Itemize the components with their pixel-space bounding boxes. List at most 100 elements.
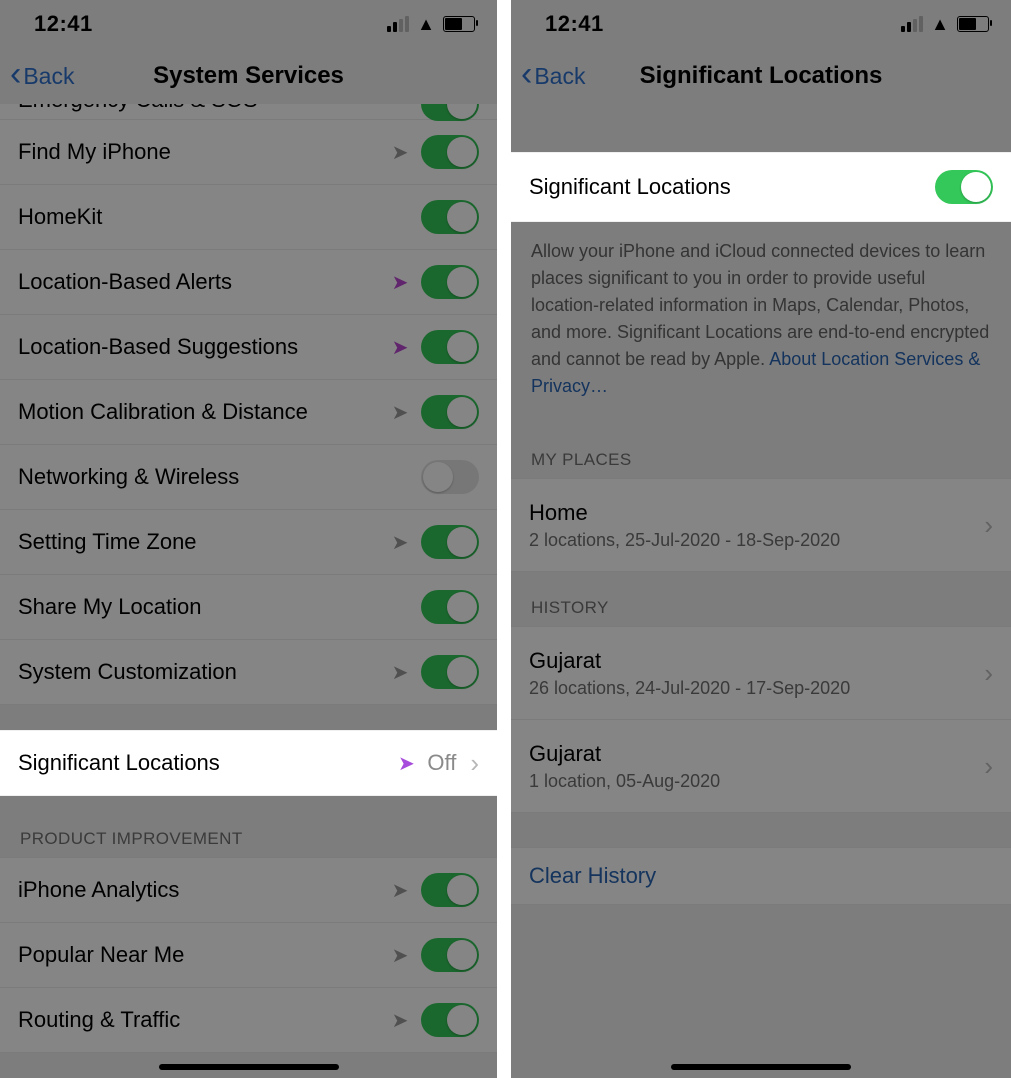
row-significant-locations[interactable]: Significant Locations ➤ Off › (0, 730, 497, 796)
content-area: Allow your iPhone and iCloud connected d… (511, 104, 1011, 1078)
row-label: System Customization (18, 659, 379, 685)
toggle-switch[interactable] (421, 938, 479, 972)
row-emergency-calls-sos[interactable]: Emergency Calls & SOS (0, 104, 497, 120)
toggle-switch[interactable] (421, 460, 479, 494)
row-sig-loc-toggle[interactable]: Significant Locations (511, 152, 1011, 222)
row-networking-wireless[interactable]: Networking & Wireless (0, 445, 497, 510)
row-motion-calibration-distance[interactable]: Motion Calibration & Distance ➤ (0, 380, 497, 445)
row-label: Popular Near Me (18, 942, 379, 968)
cellular-icon (901, 16, 923, 32)
back-label: Back (534, 63, 585, 90)
home-indicator (671, 1064, 851, 1070)
row-title: Gujarat (529, 741, 970, 767)
row-subtitle: 1 location, 05-Aug-2020 (529, 771, 970, 792)
toggle-switch[interactable] (421, 330, 479, 364)
row-location-based-alerts[interactable]: Location-Based Alerts ➤ (0, 250, 497, 315)
wifi-icon: ▲︎ (417, 15, 435, 33)
toggle-switch[interactable] (421, 873, 479, 907)
page-title: System Services (153, 62, 344, 90)
section-header-history: HISTORY (511, 572, 1011, 626)
row-label: Location-Based Alerts (18, 269, 379, 295)
row-label: Significant Locations (529, 174, 925, 200)
row-label: Find My iPhone (18, 139, 379, 165)
phone-significant-locations: 12:41 ▲︎ ‹ Back Significant Locations Al… (511, 0, 1011, 1078)
toggle-significant-locations[interactable] (935, 170, 993, 204)
location-arrow-icon: ➤ (389, 400, 411, 425)
row-subtitle: 26 locations, 24-Jul-2020 - 17-Sep-2020 (529, 678, 970, 699)
toggle-switch[interactable] (421, 200, 479, 234)
location-arrow-icon: ➤ (389, 335, 411, 360)
row-label: Significant Locations (18, 750, 385, 776)
history-row[interactable]: Gujarat 26 locations, 24-Jul-2020 - 17-Se… (511, 627, 1011, 720)
row-share-my-location[interactable]: Share My Location (0, 575, 497, 640)
section-header-my-places: MY PLACES (511, 424, 1011, 478)
row-label: HomeKit (18, 204, 411, 230)
content-area: Emergency Calls & SOS Find My iPhone ➤ Home… (0, 104, 497, 1078)
description-text: Allow your iPhone and iCloud connected d… (511, 224, 1011, 424)
toggle-switch[interactable] (421, 104, 479, 121)
chevron-right-icon: › (980, 658, 993, 689)
back-button[interactable]: ‹ Back (10, 48, 74, 104)
row-subtitle: 2 locations, 25-Jul-2020 - 18-Sep-2020 (529, 530, 970, 551)
chevron-left-icon: ‹ (521, 57, 532, 91)
status-icons: ▲︎ (387, 15, 475, 33)
row-label: Networking & Wireless (18, 464, 411, 490)
location-arrow-icon: ➤ (389, 270, 411, 295)
row-label: Share My Location (18, 594, 411, 620)
location-arrow-icon: ➤ (389, 530, 411, 555)
row-label: iPhone Analytics (18, 877, 379, 903)
row-label: Emergency Calls & SOS (18, 104, 411, 113)
back-label: Back (23, 63, 74, 90)
row-homekit[interactable]: HomeKit (0, 185, 497, 250)
toggle-switch[interactable] (421, 525, 479, 559)
toggle-switch[interactable] (421, 655, 479, 689)
clear-history-button[interactable]: Clear History (511, 847, 1011, 905)
location-arrow-icon: ➤ (389, 660, 411, 685)
row-routing-traffic[interactable]: Routing & Traffic➤ (0, 988, 497, 1053)
battery-icon (957, 16, 989, 32)
highlight-sig-loc-toggle: Significant Locations (511, 152, 1011, 222)
phone-system-services: 12:41 ▲︎ ‹ Back System Services Emergenc… (0, 0, 511, 1078)
row-find-my-iphone[interactable]: Find My iPhone ➤ (0, 120, 497, 185)
location-arrow-icon: ➤ (389, 943, 411, 968)
nav-bar: ‹ Back System Services (0, 48, 497, 105)
page-title: Significant Locations (640, 62, 883, 90)
toggle-switch[interactable] (421, 395, 479, 429)
battery-icon (443, 16, 475, 32)
status-bar: 12:41 ▲︎ (0, 0, 497, 48)
toggle-switch[interactable] (421, 265, 479, 299)
row-popular-near-me[interactable]: Popular Near Me ➤ (0, 923, 497, 988)
row-label: Setting Time Zone (18, 529, 379, 555)
status-time: 12:41 (34, 11, 93, 37)
row-system-customization[interactable]: System Customization ➤ (0, 640, 497, 705)
row-location-based-suggestions[interactable]: Location-Based Suggestions ➤ (0, 315, 497, 380)
clear-history-label: Clear History (529, 863, 656, 889)
status-bar: 12:41 ▲︎ (511, 0, 1011, 48)
row-value: Off (427, 750, 456, 776)
chevron-right-icon: › (980, 751, 993, 782)
row-label: Motion Calibration & Distance (18, 399, 379, 425)
back-button[interactable]: ‹ Back (521, 48, 585, 104)
row-title: Gujarat (529, 648, 970, 674)
row-setting-time-zone[interactable]: Setting Time Zone ➤ (0, 510, 497, 575)
chevron-right-icon: › (980, 510, 993, 541)
highlight-significant-locations: Significant Locations ➤ Off › (0, 730, 497, 796)
home-indicator (159, 1064, 339, 1070)
wifi-icon: ▲︎ (931, 15, 949, 33)
row-label: Location-Based Suggestions (18, 334, 379, 360)
location-arrow-icon: ➤ (389, 140, 411, 165)
row-label: Routing & Traffic (18, 1007, 379, 1033)
place-row[interactable]: Home2 locations, 25-Jul-2020 - 18-Sep-20… (511, 479, 1011, 572)
row-iphone-analytics[interactable]: iPhone Analytics ➤ (0, 858, 497, 923)
status-icons: ▲︎ (901, 15, 989, 33)
toggle-switch[interactable] (421, 1003, 479, 1037)
cellular-icon (387, 16, 409, 32)
status-time: 12:41 (545, 11, 604, 37)
history-row[interactable]: Gujarat 1 location, 05-Aug-2020 › (511, 720, 1011, 813)
location-arrow-icon: ➤ (395, 751, 417, 776)
nav-bar: ‹ Back Significant Locations (511, 48, 1011, 105)
toggle-switch[interactable] (421, 590, 479, 624)
chevron-right-icon: › (466, 748, 479, 779)
toggle-switch[interactable] (421, 135, 479, 169)
location-arrow-icon: ➤ (389, 878, 411, 903)
